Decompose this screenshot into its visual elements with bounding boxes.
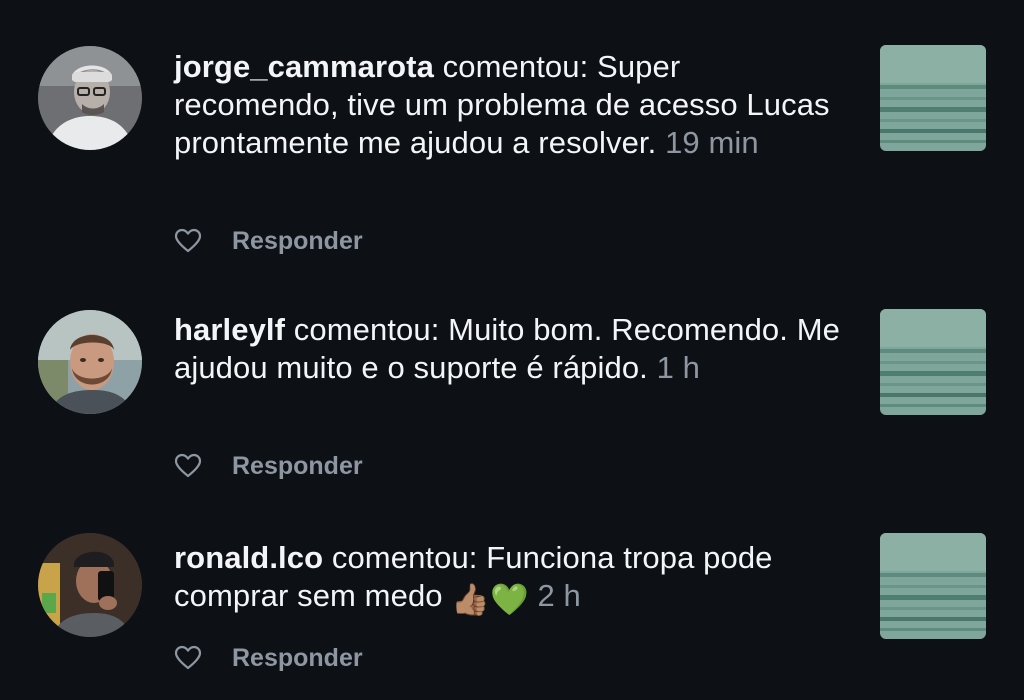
username[interactable]: harleylf <box>174 312 285 347</box>
comment-actions: Responder <box>174 642 363 674</box>
emoji-thumbs-up-heart: 👍🏽💚 <box>451 582 529 617</box>
person-bearded-avatar-icon <box>38 310 142 414</box>
avatar[interactable] <box>38 533 142 637</box>
notification-text: jorge_cammarota comentou: Super recomend… <box>174 48 844 162</box>
action-text: comentou: <box>293 312 440 347</box>
post-thumbnail-image <box>880 45 986 151</box>
timestamp: 2 h <box>537 578 581 613</box>
post-thumbnail[interactable] <box>880 45 986 151</box>
action-text: comentou: <box>442 49 589 84</box>
heart-icon[interactable] <box>174 645 202 671</box>
post-thumbnail[interactable] <box>880 309 986 415</box>
timestamp: 19 min <box>665 125 759 160</box>
comment-actions: Responder <box>174 450 363 482</box>
post-thumbnail[interactable] <box>880 533 986 639</box>
heart-icon[interactable] <box>174 453 202 479</box>
notification-text: harleylf comentou: Muito bom. Recomendo.… <box>174 311 844 387</box>
person-glasses-avatar-icon <box>38 46 142 150</box>
username[interactable]: ronald.lco <box>174 540 323 575</box>
reply-button[interactable]: Responder <box>232 644 363 673</box>
avatar[interactable] <box>38 46 142 150</box>
heart-icon[interactable] <box>174 228 202 254</box>
reply-button[interactable]: Responder <box>232 452 363 481</box>
person-selfie-avatar-icon <box>38 533 142 637</box>
post-thumbnail-image <box>880 309 986 415</box>
comment-actions: Responder <box>174 225 363 257</box>
post-thumbnail-image <box>880 533 986 639</box>
reply-button[interactable]: Responder <box>232 227 363 256</box>
notification-text: ronald.lco comentou: Funciona tropa pode… <box>174 539 844 619</box>
action-text: comentou: <box>331 540 478 575</box>
avatar[interactable] <box>38 310 142 414</box>
timestamp: 1 h <box>656 350 701 385</box>
username[interactable]: jorge_cammarota <box>174 49 434 84</box>
